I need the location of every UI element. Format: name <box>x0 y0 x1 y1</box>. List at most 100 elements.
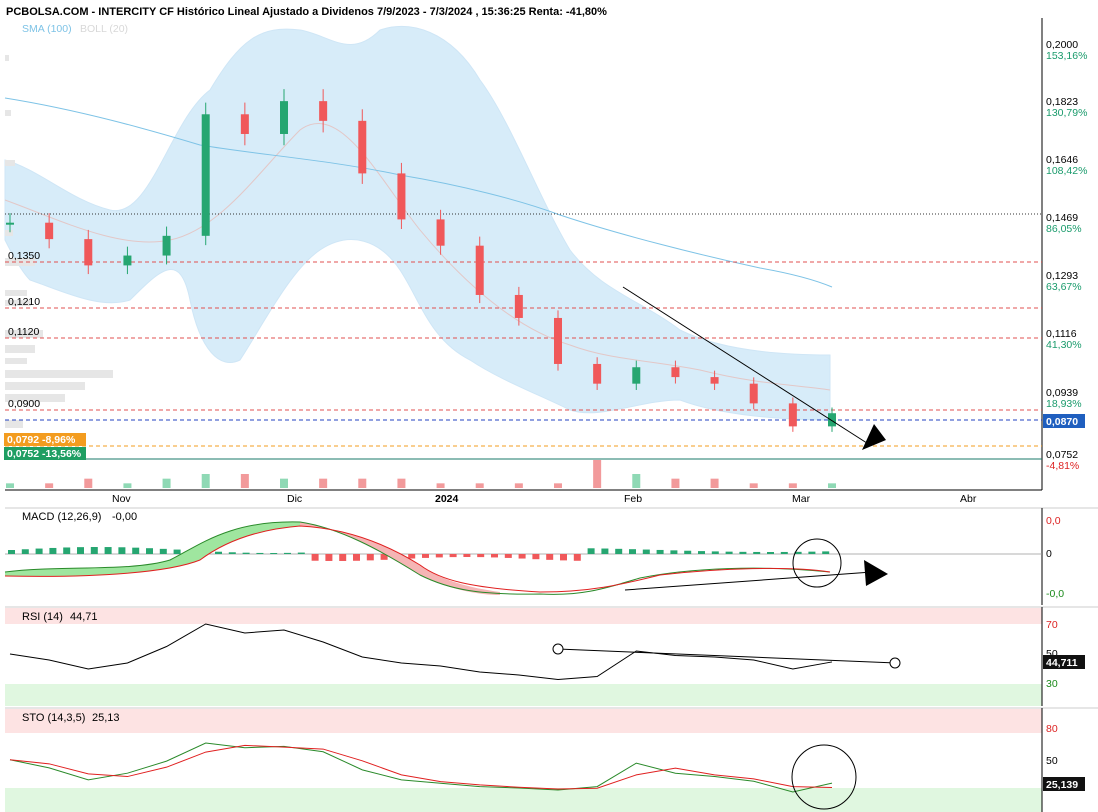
svg-text:0,0: 0,0 <box>1046 515 1061 527</box>
svg-text:86,05%: 86,05% <box>1046 223 1082 235</box>
candle <box>358 120 367 174</box>
volume-bar <box>475 483 484 488</box>
macd-histogram-bar <box>353 554 360 561</box>
candle <box>123 255 132 266</box>
level-label-3: 0,0900 <box>8 398 40 410</box>
candle <box>84 239 93 266</box>
svg-text:Nov: Nov <box>112 493 131 505</box>
svg-text:Feb: Feb <box>624 493 642 505</box>
price-axis: 0,2000 153,16% 0,1823 130,79% 0,1646 108… <box>1043 39 1087 472</box>
macd-histogram-bar <box>228 552 236 554</box>
svg-text:STO (14,3,5): STO (14,3,5) <box>22 712 85 724</box>
macd-histogram-bar <box>504 554 512 558</box>
macd-histogram-bar <box>739 551 747 554</box>
macd-histogram-bar <box>518 554 526 559</box>
svg-text:25,13: 25,13 <box>92 712 120 724</box>
candle <box>45 222 54 240</box>
candle <box>593 363 602 384</box>
legend-boll: BOLL (20) <box>80 23 128 35</box>
sto-panel: STO (14,3,5) 25,13 80 50 25,139 <box>5 707 1098 812</box>
level-label-2: 0,1120 <box>8 326 39 338</box>
chart-title: PCBOLSA.COM - INTERCITY CF Histórico Lin… <box>6 6 607 18</box>
svg-text:-4,81%: -4,81% <box>1046 460 1079 472</box>
macd-histogram-bar <box>477 554 485 558</box>
svg-text:30: 30 <box>1046 678 1058 690</box>
candle <box>201 114 210 236</box>
candle <box>710 377 719 384</box>
svg-text:70: 70 <box>1046 619 1058 631</box>
macd-histogram-bar <box>173 549 181 554</box>
macd-histogram-bar <box>780 551 788 554</box>
macd-histogram-bar <box>753 551 761 554</box>
macd-histogram-bar <box>77 547 84 554</box>
macd-histogram-bar <box>63 547 71 554</box>
volume-bar <box>632 474 641 488</box>
volume-bar <box>6 483 14 488</box>
candle <box>240 114 249 134</box>
svg-text:18,93%: 18,93% <box>1046 398 1082 410</box>
volume-bar <box>671 478 680 488</box>
macd-histogram-bar <box>366 554 374 561</box>
candle <box>436 219 445 246</box>
macd-histogram-bar <box>132 547 140 554</box>
volume-bar <box>162 478 171 488</box>
candle <box>749 383 758 404</box>
macd-histogram-bar <box>270 552 278 554</box>
macd-histogram-bar <box>629 549 636 554</box>
macd-histogram-bar <box>615 548 623 554</box>
volume-bar <box>436 483 445 488</box>
macd-histogram-bar <box>215 551 222 554</box>
macd-histogram-bar <box>90 547 98 554</box>
volume-bar <box>280 478 288 488</box>
rsi-last-tag: 44,711 <box>1046 657 1078 669</box>
macd-histogram-bar <box>297 552 305 554</box>
macd-histogram-bar <box>463 554 471 557</box>
svg-text:80: 80 <box>1046 723 1058 735</box>
volume-bar <box>123 483 132 488</box>
macd-histogram-bar <box>408 554 416 559</box>
macd-histogram-bar <box>491 554 498 558</box>
volume-bar <box>788 483 797 488</box>
chart-canvas: PCBOLSA.COM - INTERCITY CF Histórico Lin… <box>4 6 1098 812</box>
left-tag-orange: 0,0792 -8,96% <box>4 433 86 446</box>
macd-histogram-bar <box>256 552 264 554</box>
svg-text:41,30%: 41,30% <box>1046 339 1082 351</box>
svg-text:108,42%: 108,42% <box>1046 165 1087 177</box>
macd-histogram-bar <box>8 550 15 554</box>
volume-bar <box>319 478 328 488</box>
volume-bar <box>45 483 54 488</box>
candle <box>514 294 523 318</box>
macd-histogram-bar <box>698 551 705 554</box>
macd-histogram-bar <box>587 548 595 554</box>
svg-text:0: 0 <box>1046 548 1052 560</box>
candle <box>162 235 171 256</box>
svg-text:2024: 2024 <box>435 493 459 505</box>
macd-histogram-bar <box>159 548 167 554</box>
level-label-1: 0,1210 <box>8 296 40 308</box>
macd-histogram-bar <box>422 554 429 558</box>
svg-text:MACD (12,26,9): MACD (12,26,9) <box>22 511 101 523</box>
legend-sma: SMA (100) <box>22 23 72 35</box>
svg-text:Dic: Dic <box>287 493 302 505</box>
candle <box>319 101 328 121</box>
candle <box>788 403 797 427</box>
svg-text:-0,0: -0,0 <box>1046 588 1064 600</box>
macd-histogram-bar <box>601 548 609 554</box>
macd-histogram-bar <box>546 554 554 560</box>
macd-histogram-bar <box>670 550 678 554</box>
svg-text:Abr: Abr <box>960 493 977 505</box>
macd-histogram-bar <box>325 554 333 561</box>
macd-histogram-bar <box>284 552 291 554</box>
candle <box>554 317 562 364</box>
macd-histogram-bar <box>146 548 153 554</box>
left-tag-green: 0,0752 -13,56% <box>4 447 86 460</box>
volume-bar <box>514 483 523 488</box>
macd-histogram-bar <box>560 554 567 561</box>
macd-histogram-bar <box>35 548 43 554</box>
volume-bar <box>358 478 367 488</box>
candle <box>671 367 680 378</box>
macd-panel: MACD (12,26,9) -0,00 0,0 0 -0,0 <box>4 507 1098 605</box>
volume-bar <box>84 478 93 488</box>
macd-histogram-bar <box>49 547 57 554</box>
svg-text:44,71: 44,71 <box>70 611 98 623</box>
